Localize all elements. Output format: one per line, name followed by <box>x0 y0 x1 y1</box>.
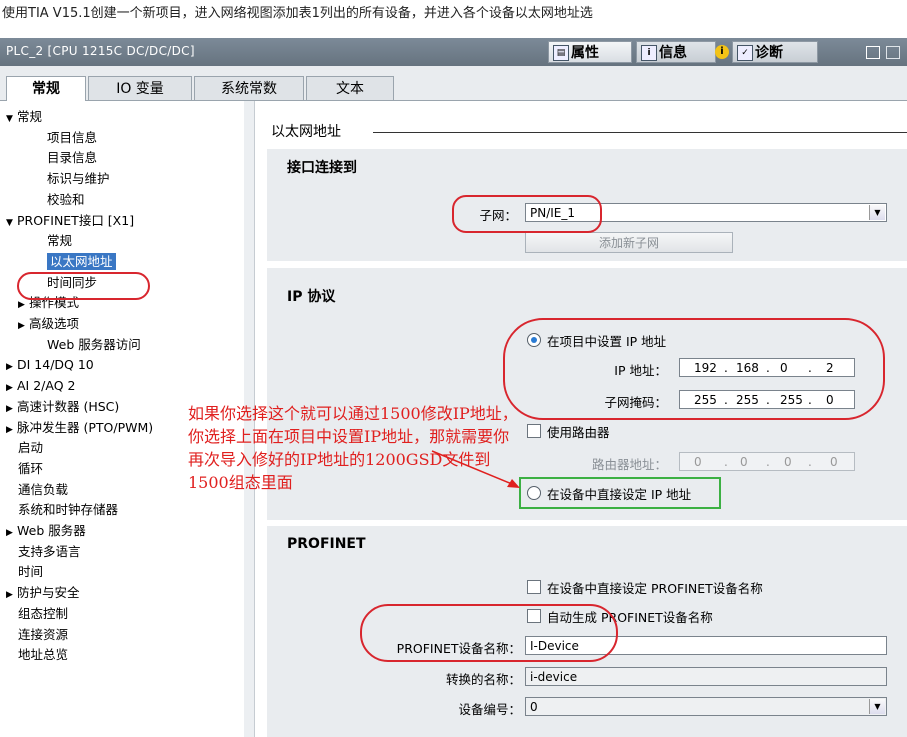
annotation-note: 如果你选择这个就可以通过1500修改IP地址，你选择上面在项目中设置IP地址，那… <box>188 404 518 492</box>
annotation-arrow-layer <box>431 450 520 488</box>
